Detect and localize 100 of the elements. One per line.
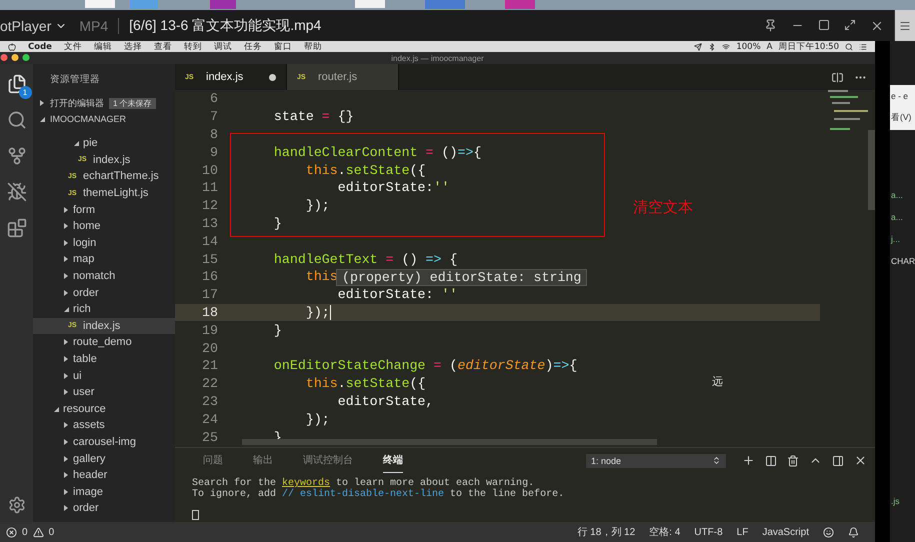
folder-item[interactable]: header	[33, 466, 175, 484]
status-item[interactable]: LF	[736, 526, 748, 538]
folder-item[interactable]: image	[33, 483, 175, 500]
maximize-icon[interactable]	[818, 18, 830, 30]
code-line: onEditorStateChange = (editorState)=>{	[272, 358, 578, 374]
menu-item[interactable]: 窗口	[274, 40, 292, 52]
select-arrows-icon	[712, 456, 721, 465]
smiley-icon[interactable]	[823, 526, 834, 538]
player-app-name[interactable]: otPlayer	[0, 18, 52, 34]
search-icon[interactable]	[845, 42, 853, 50]
folder-item[interactable]: order	[33, 284, 175, 301]
expanded-arrow-icon	[73, 140, 79, 146]
folder-item[interactable]: form	[33, 201, 175, 218]
project-title[interactable]: IMOOCMANAGER	[50, 114, 126, 124]
folder-item[interactable]: login	[33, 234, 175, 252]
folder-item[interactable]: table	[33, 350, 175, 368]
menu-item[interactable]: 任务	[244, 40, 262, 52]
list-text: a...	[890, 189, 904, 202]
code-line: }	[272, 322, 282, 338]
line-number: 12	[201, 198, 218, 214]
code-line: editorState,	[336, 394, 434, 409]
folder-item[interactable]: nomatch	[33, 268, 175, 284]
line-number: 7	[209, 109, 218, 124]
line-number: 9	[209, 144, 218, 160]
split-editor-icon[interactable]	[831, 70, 844, 84]
panel-tab[interactable]: 调试控制台	[303, 448, 353, 473]
collapsed-arrow-icon	[39, 100, 45, 106]
warning-icon[interactable]	[32, 526, 44, 538]
list-text: CHAR	[890, 255, 915, 268]
menu-button[interactable]	[895, 10, 915, 41]
folder-item[interactable]: rich	[33, 300, 175, 318]
line-number: 11	[201, 180, 218, 196]
list-icon[interactable]	[859, 42, 867, 50]
pin-icon[interactable]	[764, 18, 777, 32]
panel-layout-icon[interactable]	[832, 454, 844, 466]
folder-item[interactable]: map	[33, 251, 175, 268]
menu-item[interactable]: 文件	[64, 40, 82, 52]
scrollbar-thumb[interactable]	[242, 439, 657, 445]
section-title[interactable]: 打开的编辑器	[50, 96, 104, 110]
status-item[interactable]: 空格: 4	[649, 525, 680, 539]
terminal-line: To ignore, add // eslint-disable-next-line to the line before.	[192, 490, 566, 500]
apple-icon[interactable]	[8, 42, 16, 50]
list-text: a...	[890, 211, 904, 224]
input-source[interactable]: A	[766, 42, 772, 52]
bug-off-icon[interactable]	[6, 182, 26, 202]
expanded-arrow-icon	[63, 306, 69, 312]
folder-item[interactable]: resource	[33, 400, 175, 418]
trash-icon[interactable]	[787, 454, 799, 466]
expanded-arrow-icon	[53, 406, 59, 412]
folder-item[interactable]: user	[33, 384, 175, 400]
warning-count[interactable]: 0	[48, 526, 54, 538]
line-number: 13	[201, 216, 218, 231]
fork-icon[interactable]	[6, 146, 26, 166]
split-icon[interactable]	[765, 454, 777, 466]
panel-tab[interactable]: 输出	[253, 448, 273, 473]
panel-tab[interactable]: 问题	[203, 448, 223, 473]
send-icon[interactable]	[694, 42, 702, 50]
menu-item[interactable]: 选择	[124, 40, 142, 52]
status-item[interactable]: 行 18，列 12	[577, 525, 636, 539]
folder-item[interactable]: assets	[33, 417, 175, 434]
explorer-title: 资源管理器	[49, 73, 101, 87]
folder-item[interactable]: home	[33, 218, 175, 235]
menu-item[interactable]: 编辑	[94, 40, 112, 52]
line-number: 16	[201, 269, 218, 284]
code-line: });	[304, 304, 331, 320]
window-controls-drawing[interactable]	[0, 53, 32, 62]
settings-icon[interactable]	[8, 496, 26, 514]
terminal-cursor	[192, 510, 199, 520]
wifi-icon[interactable]	[722, 42, 730, 50]
folder-item[interactable]: order	[33, 500, 175, 517]
video-title: [6/6] 13-6 富文本功能实现.mp4	[129, 16, 322, 34]
menu-item[interactable]: 查看	[154, 40, 172, 52]
error-count[interactable]: 0	[22, 526, 28, 538]
collapsed-arrow-icon	[63, 273, 69, 280]
error-icon[interactable]	[6, 526, 17, 538]
status-item[interactable]: JavaScript	[762, 526, 809, 538]
menu-item[interactable]: 帮助	[304, 40, 322, 52]
menu-item[interactable]: Code	[28, 42, 52, 52]
folder-item[interactable]: pie	[33, 135, 175, 152]
menu-item[interactable]: 调试	[214, 40, 232, 52]
menu-item[interactable]: 转到	[184, 40, 202, 52]
close-icon[interactable]	[854, 454, 867, 467]
panel-tab[interactable]: 终端	[383, 448, 403, 473]
folder-item[interactable]: route_demo	[33, 334, 175, 351]
plus-icon[interactable]	[742, 454, 755, 467]
annotation-note: 清空文本	[633, 198, 693, 217]
extensions-icon[interactable]	[6, 218, 26, 238]
folder-item[interactable]: ui	[33, 367, 175, 384]
folder-item[interactable]: gallery	[33, 450, 175, 467]
scrollbar-thumb[interactable]	[868, 130, 875, 210]
status-item[interactable]: UTF-8	[694, 526, 723, 538]
fullscreen-icon[interactable]	[844, 18, 856, 30]
code-line: editorState: ''	[336, 287, 458, 302]
bluetooth-icon[interactable]	[708, 42, 716, 50]
collapsed-arrow-icon	[63, 422, 69, 428]
search-icon[interactable]	[6, 110, 26, 130]
bell-icon[interactable]	[848, 526, 859, 538]
files-icon[interactable]	[6, 74, 26, 94]
terminal-select[interactable]: 1: node	[586, 454, 726, 468]
folder-item[interactable]: carousel-img	[33, 434, 175, 450]
